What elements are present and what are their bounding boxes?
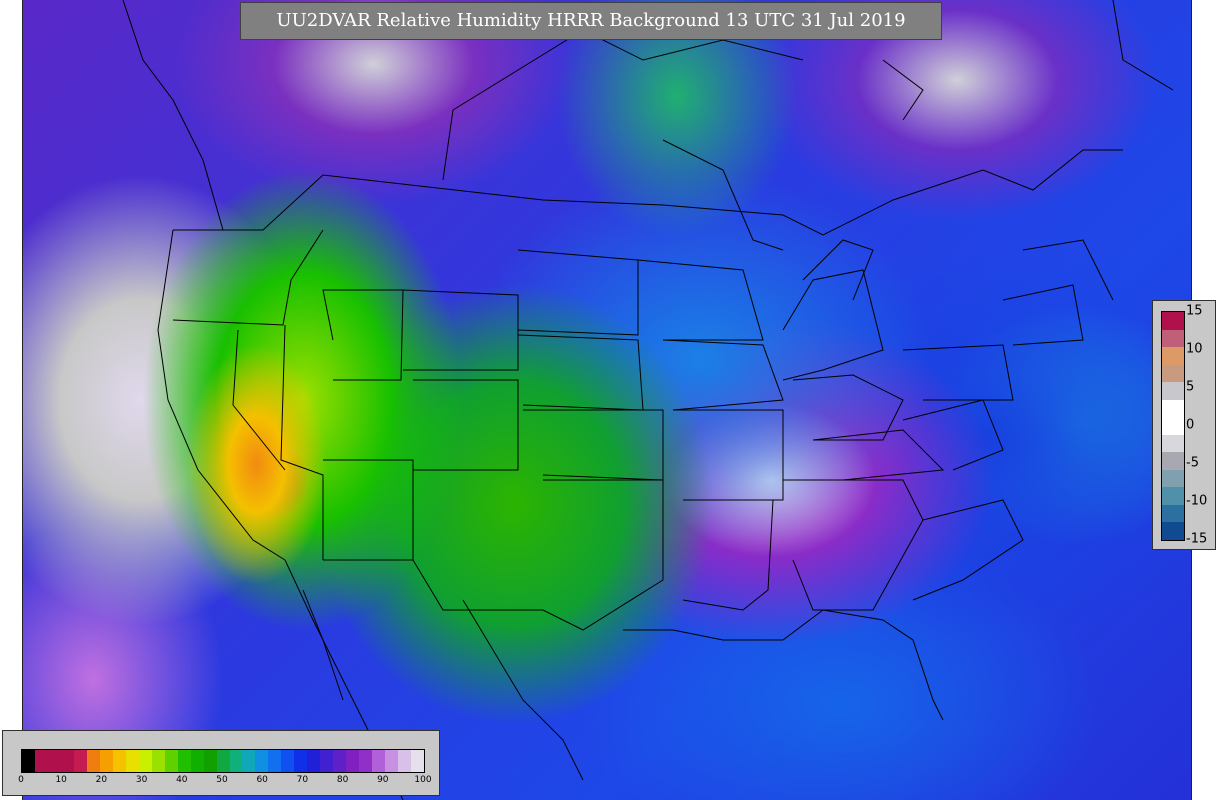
map-title: UU2DVAR Relative Humidity HRRR Backgroun…	[240, 2, 942, 40]
rh-colorbar-segment	[112, 750, 126, 772]
increment-colorbar-tick-label: 15	[1186, 303, 1203, 319]
rh-colorbar-segment	[203, 750, 217, 772]
rh-colorbar-segment	[255, 750, 269, 772]
rh-colorbar-tick-label: 90	[377, 775, 389, 785]
increment-colorbar-segment	[1162, 417, 1184, 435]
increment-colorbar-ticks: 15 10 5 0 -5 -10 -15	[1186, 304, 1214, 547]
increment-colorbar-segment	[1162, 312, 1184, 330]
rh-map-panel	[22, 0, 1192, 800]
rh-colorbar-tick-label: 60	[256, 775, 268, 785]
rh-colorbar-segment	[22, 750, 35, 772]
rh-colorbar: 0 10 20 30 40 50 60 70 80 90 100	[2, 730, 440, 796]
increment-colorbar-tick-label: 0	[1186, 417, 1195, 433]
rh-colorbar-segment	[125, 750, 139, 772]
increment-colorbar-segment	[1162, 504, 1184, 523]
rh-colorbar-segment	[151, 750, 165, 772]
rh-colorbar-segment	[47, 750, 61, 772]
increment-colorbar-tick-label: -10	[1186, 493, 1208, 509]
rh-colorbar-segment	[307, 750, 321, 772]
rh-colorbar-segment	[138, 750, 152, 772]
increment-colorbar: 15 10 5 0 -5 -10 -15	[1152, 300, 1216, 550]
increment-colorbar-tick-label: 5	[1186, 379, 1195, 395]
rh-colorbar-tick-label: 100	[414, 775, 432, 785]
rh-colorbar-segment	[359, 750, 373, 772]
rh-colorbar-tick-label: 70	[296, 775, 309, 785]
increment-colorbar-segment	[1162, 329, 1184, 348]
rh-colorbar-segment	[268, 750, 282, 772]
rh-colorbar-segment	[372, 750, 386, 772]
increment-colorbar-segment	[1162, 469, 1184, 488]
rh-colorbar-segment	[164, 750, 178, 772]
rh-colorbar-segment	[346, 750, 360, 772]
increment-colorbar-tick-label: 10	[1186, 341, 1203, 357]
rh-colorbar-segment	[229, 750, 243, 772]
rh-colorbar-segment	[99, 750, 113, 772]
state-boundaries-overlay	[122, 0, 1174, 800]
rh-colorbar-segment	[333, 750, 347, 772]
increment-colorbar-tick-label: -5	[1186, 455, 1199, 471]
rh-colorbar-segment	[242, 750, 256, 772]
rh-colorbar-segment	[320, 750, 334, 772]
increment-colorbar-segment	[1162, 522, 1184, 540]
rh-colorbar-segment	[411, 750, 425, 772]
rh-colorbar-tick-label: 40	[176, 775, 188, 785]
increment-colorbar-ramp	[1161, 311, 1185, 541]
rh-colorbar-tick-label: 80	[336, 775, 349, 785]
increment-colorbar-segment	[1162, 452, 1184, 470]
rh-colorbar-segment	[73, 750, 87, 772]
increment-colorbar-segment	[1162, 434, 1184, 453]
rh-colorbar-ticks: 0 10 20 30 40 50 60 70 80 90 100	[18, 775, 431, 789]
rh-colorbar-tick-label: 10	[55, 775, 67, 785]
rh-colorbar-segment	[281, 750, 295, 772]
rh-colorbar-segment	[60, 750, 74, 772]
rh-colorbar-segment	[86, 750, 100, 772]
rh-colorbar-segment	[190, 750, 204, 772]
increment-colorbar-tick-label: -15	[1186, 531, 1208, 547]
rh-colorbar-tick-label: 30	[135, 775, 148, 785]
rh-colorbar-segment	[177, 750, 191, 772]
rh-colorbar-ramp	[21, 749, 425, 773]
increment-colorbar-segment	[1162, 364, 1184, 383]
rh-colorbar-tick-label: 20	[95, 775, 108, 785]
rh-colorbar-segment	[385, 750, 399, 772]
increment-colorbar-segment	[1162, 487, 1184, 505]
rh-colorbar-segment	[398, 750, 412, 772]
rh-colorbar-segment	[216, 750, 230, 772]
rh-colorbar-segment	[34, 750, 48, 772]
increment-colorbar-segment	[1162, 399, 1184, 418]
increment-colorbar-segment	[1162, 347, 1184, 365]
rh-colorbar-segment	[294, 750, 308, 772]
increment-colorbar-segment	[1162, 382, 1184, 400]
rh-colorbar-tick-label: 50	[216, 775, 228, 785]
rh-colorbar-tick-label: 0	[18, 775, 24, 785]
